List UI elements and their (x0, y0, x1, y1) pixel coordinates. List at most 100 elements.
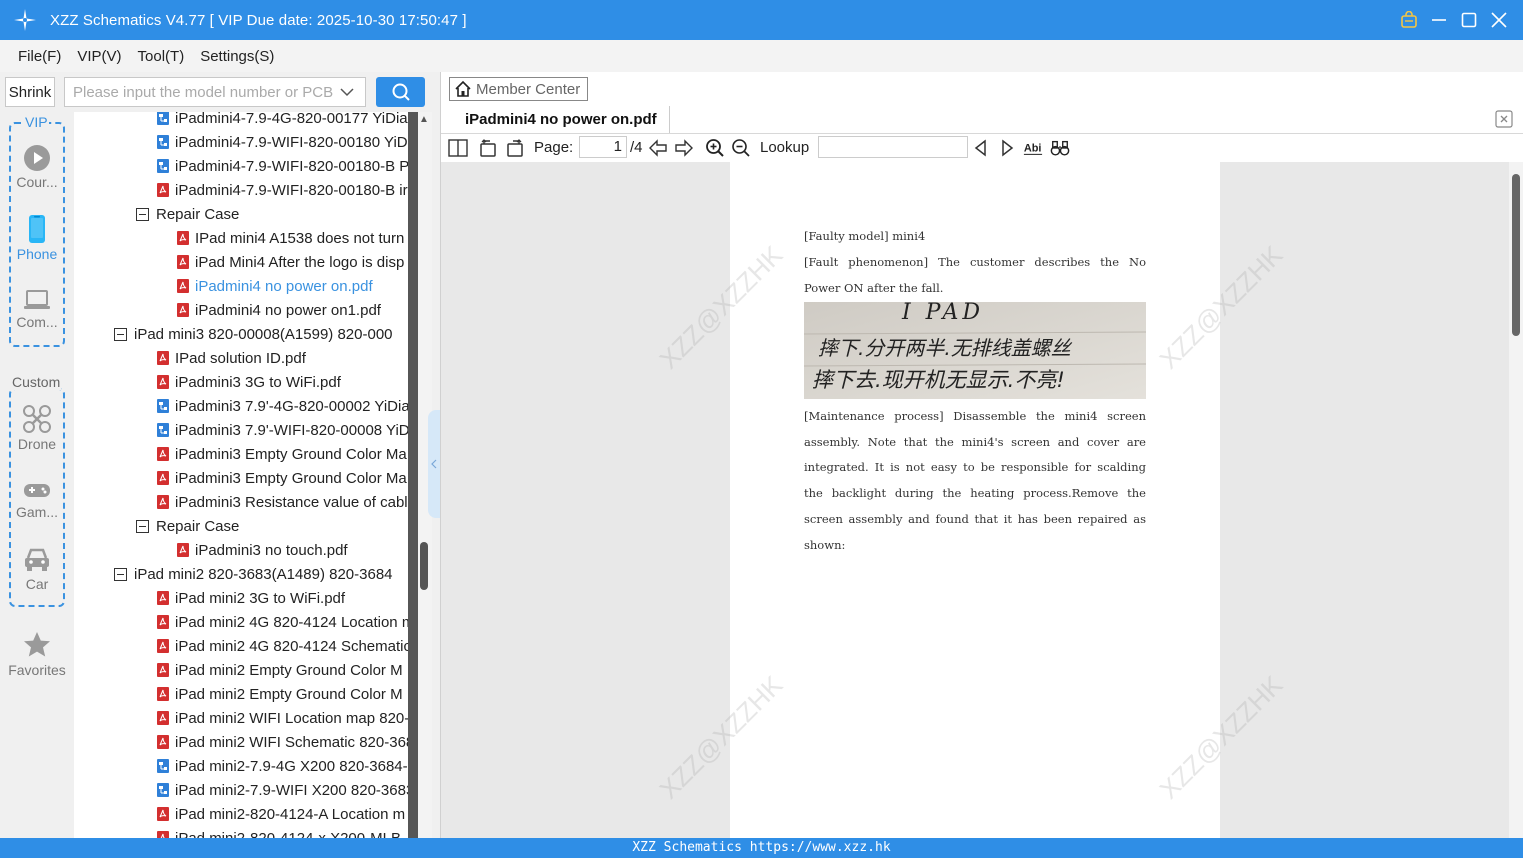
sidebar-item-car[interactable]: Car (0, 546, 74, 592)
tree-item-label: iPadmini3 Resistance value of cabl (175, 493, 408, 511)
tree-item-label: iPad mini2 3G to WiFi.pdf (175, 589, 346, 607)
tree-file[interactable]: iPadmini3 Empty Ground Color Ma (156, 442, 407, 466)
previous-page-button[interactable] (648, 138, 668, 158)
pdf-file-icon (157, 495, 169, 509)
laptop-icon (24, 290, 50, 309)
match-case-button[interactable]: Abi (1023, 138, 1043, 158)
viewer-scrollbar-thumb[interactable] (1512, 174, 1520, 336)
tree-file[interactable]: iPadmini4-7.9-4G-820-00177 YiDia (156, 112, 408, 130)
tree-file[interactable]: iPad mini2-7.9-WIFI X200 820-3683 (156, 778, 408, 802)
page-number-input[interactable]: 1 (579, 136, 627, 158)
collapse-icon[interactable] (114, 567, 127, 581)
tree-file[interactable]: iPad mini2 4G 820-4124 Location m (156, 610, 408, 634)
tree-file[interactable]: iPadmini3 7.9'-WIFI-820-00008 YiD (156, 418, 408, 442)
tree-file[interactable]: iPad mini2 WIFI Schematic 820-368 (156, 730, 408, 754)
tree-file[interactable]: IPad solution ID.pdf (156, 346, 306, 370)
tree-file[interactable]: iPadmini4 no power on1.pdf (176, 298, 381, 322)
tree-folder[interactable]: iPad mini2 820-3683(A1489) 820-3684 (114, 562, 393, 586)
repair-note-photo: I PAD 摔下.分开两半.无排线盖螺丝 摔下去.现开机无显示.不亮! (804, 302, 1146, 399)
tree-file[interactable]: iPad mini2 Empty Ground Color M (156, 658, 403, 682)
tree-file[interactable]: iPad mini2 4G 820-4124 Schematic (156, 634, 408, 658)
triangle-right-icon (1002, 139, 1014, 157)
tree-file[interactable]: iPad Mini4 After the logo is disp (176, 250, 404, 274)
tree-file[interactable]: iPadmini4-7.9-WIFI-820-00180-B P (156, 154, 408, 178)
close-tab-icon[interactable] (1495, 110, 1513, 128)
tree-folder[interactable]: Repair Case (136, 202, 239, 226)
sidebar-toggle-button[interactable] (448, 138, 468, 158)
shrink-button[interactable]: Shrink (5, 77, 55, 107)
collapse-icon[interactable] (136, 207, 149, 221)
close-button[interactable] (1489, 10, 1509, 30)
tree-file[interactable]: iPadmini4-7.9-WIFI-820-00180 YiD (156, 130, 408, 154)
window-title: XZZ Schematics V4.77 [ VIP Due date: 202… (50, 11, 467, 29)
pdf-file-icon (177, 231, 189, 245)
page-label: Page: (534, 139, 574, 156)
scroll-up-icon[interactable]: ▲ (419, 114, 429, 125)
sidebar-item-favorites[interactable]: Favorites (0, 630, 74, 678)
menu-bar: File(F) VIP(V) Tool(T) Settings(S) (0, 40, 1523, 72)
pdf-file-icon (157, 639, 169, 653)
sidebar-item-drone[interactable]: Drone (0, 404, 74, 452)
search-input[interactable]: Please input the model number or PCB (64, 77, 366, 107)
tree-folder[interactable]: Repair Case (136, 514, 239, 538)
member-center-button[interactable]: Member Center (449, 77, 588, 101)
left-pane: Shrink Please input the model number or … (0, 72, 440, 838)
sidebar-item-computer[interactable]: Com... (0, 288, 74, 330)
collapse-icon[interactable] (136, 519, 149, 533)
sidebar-item-phone[interactable]: Phone (0, 214, 74, 262)
menu-vip[interactable]: VIP(V) (77, 48, 121, 65)
search-placeholder: Please input the model number or PCB (73, 83, 334, 101)
rotate-left-button[interactable] (478, 138, 498, 158)
collapse-icon[interactable] (114, 327, 127, 341)
minimize-button[interactable] (1429, 10, 1449, 30)
tree-file[interactable]: iPadmini4-7.9-WIFI-820-00180-B ir (156, 178, 408, 202)
tree-file[interactable]: iPad mini2 3G to WiFi.pdf (156, 586, 345, 610)
rotate-right-icon (507, 139, 523, 157)
next-page-button[interactable] (674, 138, 694, 158)
tree-folder[interactable]: iPad mini3 820-00008(A1599) 820-000 (114, 322, 393, 346)
find-next-button[interactable] (997, 138, 1017, 158)
tree-file[interactable]: iPadmini3 no touch.pdf (176, 538, 348, 562)
zoom-out-icon (732, 139, 750, 157)
menu-tool[interactable]: Tool(T) (138, 48, 185, 65)
whole-word-button[interactable] (1050, 138, 1070, 158)
play-circle-icon (24, 145, 50, 171)
tree-file[interactable]: iPadmini3 Empty Ground Color Ma (156, 466, 407, 490)
close-icon (1491, 12, 1507, 28)
tree-file[interactable]: IPad mini4 A1538 does not turn (176, 226, 404, 250)
menu-settings[interactable]: Settings(S) (200, 48, 274, 65)
chevron-down-icon[interactable] (339, 84, 355, 100)
tree-file[interactable]: iPadmini3 7.9'-4G-820-00002 YiDia (156, 394, 408, 418)
maximize-button[interactable] (1459, 10, 1479, 30)
zoom-in-button[interactable] (705, 138, 725, 158)
sidebar-item-label: Car (25, 576, 49, 592)
tree-scrollbar-thumb[interactable] (420, 542, 428, 590)
tree-item-label: iPadmini3 7.9'-WIFI-820-00008 YiD (175, 421, 408, 439)
sidebar-item-games[interactable]: Gam... (0, 478, 74, 520)
pdf-file-icon (157, 687, 169, 701)
search-button[interactable] (376, 77, 425, 107)
tree-item-label: IPad solution ID.pdf (175, 349, 306, 367)
lookup-input[interactable] (818, 136, 968, 158)
sidebar-item-courses[interactable]: Cour... (0, 144, 74, 190)
tree-item-label: iPad mini2-820-4124-A Location m (175, 805, 406, 823)
tree-file[interactable]: iPad mini2-7.9-4G X200 820-3684- (156, 754, 408, 778)
tree-file[interactable]: iPadmini4 no power on.pdf (176, 274, 373, 298)
zoom-out-button[interactable] (731, 138, 751, 158)
tree-file[interactable]: iPad mini2-820-4124-A Location m (156, 802, 405, 826)
viewer-scrollbar[interactable] (1509, 162, 1523, 838)
model-tree[interactable]: iPadmini4-7.9-4G-820-00177 YiDia iPadmini… (74, 112, 408, 838)
tab-document[interactable]: iPadmini4 no power on.pdf (453, 106, 670, 133)
vip-bag-button[interactable] (1399, 10, 1419, 30)
pdf-viewer[interactable]: [Faulty model] mini4 [Fault phenomenon] … (441, 162, 1523, 838)
tree-file[interactable]: iPadmini3 Resistance value of cabl (156, 490, 408, 514)
menu-file[interactable]: File(F) (18, 48, 61, 65)
collapse-pane-handle[interactable] (428, 410, 440, 518)
tree-file[interactable]: iPad mini2 Empty Ground Color M (156, 682, 403, 706)
rotate-right-button[interactable] (505, 138, 525, 158)
tree-file[interactable]: iPad mini2-820-4124-x X200-MLB (156, 826, 401, 838)
tree-file[interactable]: iPad mini2 WIFI Location map 820- (156, 706, 408, 730)
tree-file[interactable]: iPadmini3 3G to WiFi.pdf (156, 370, 341, 394)
tree-item-label: iPadmini4-7.9-4G-820-00177 YiDia (175, 112, 408, 127)
find-previous-button[interactable] (971, 138, 991, 158)
